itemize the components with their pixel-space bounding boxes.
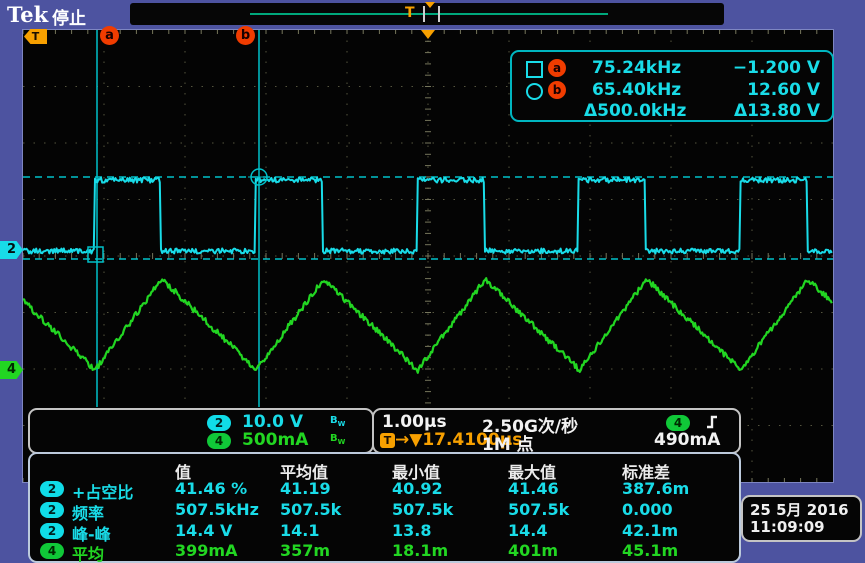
trigger-position-icon[interactable]	[421, 30, 435, 39]
measurement-stddev: 387.6m	[622, 479, 689, 498]
measurement-stddev: 0.000	[622, 500, 673, 519]
cursor-a-volt-value: −1.200 V	[733, 58, 820, 78]
cursor-delta-volt-value: Δ13.80 V	[734, 101, 820, 121]
cursor-b-badge[interactable]: b	[236, 26, 255, 45]
ch4-scale-value[interactable]: 500mA	[242, 430, 308, 450]
record-trigger-t-icon: T	[405, 5, 415, 21]
cursor-delta-time-value: Δ500.0kHz	[584, 101, 686, 121]
row-ch-badge: 2	[40, 523, 64, 539]
measurement-min: 507.5k	[392, 500, 453, 519]
measurement-mean: 507.5k	[280, 500, 341, 519]
cursor-b-circle-icon	[526, 83, 543, 100]
record-view-bar[interactable]: T	[130, 3, 724, 25]
ch2-ground-marker[interactable]: 2	[0, 241, 23, 259]
measurement-max: 401m	[508, 541, 558, 560]
measurement-table: 值 平均值 最小值 最大值 标准差 2 +占空比 41.46 % 41.19 4…	[28, 452, 741, 563]
ch2-badge[interactable]: 2	[207, 415, 231, 431]
cursor-b-label-badge: b	[548, 81, 566, 99]
cursor-a-square-icon	[526, 61, 543, 78]
timebase-scale-value[interactable]: 1.00μs	[382, 412, 447, 432]
rising-edge-icon[interactable]	[704, 413, 722, 431]
measurement-min: 40.92	[392, 479, 443, 498]
measurement-mean: 41.19	[280, 479, 331, 498]
trigger-delay-t-icon: T	[380, 433, 395, 448]
ch2-scale-value[interactable]: 10.0 V	[242, 412, 303, 432]
row-ch-badge: 4	[40, 543, 64, 559]
oscilloscope-screen: Tek 停止 T T a b 2 4 a 75.24kHz −1.200 V b…	[0, 0, 865, 563]
measurement-value: 507.5kHz	[175, 500, 259, 519]
date-value: 25 5月 2016	[750, 499, 849, 520]
measurement-mean: 14.1	[280, 521, 319, 540]
measurement-value: 41.46 %	[175, 479, 247, 498]
measurement-label: 平均	[72, 541, 104, 563]
measurement-value: 399mA	[175, 541, 237, 560]
trigger-level-value[interactable]: 490mA	[654, 430, 720, 450]
cursor-readout-box: a 75.24kHz −1.200 V b 65.40kHz 12.60 V Δ…	[510, 50, 834, 122]
record-window-bracket[interactable]	[423, 6, 440, 22]
row-ch-badge: 2	[40, 481, 64, 497]
tek-logo: Tek	[7, 2, 48, 27]
measurement-mean: 357m	[280, 541, 330, 560]
cursor-a-label-badge: a	[548, 59, 566, 77]
ch4-bandwidth-icon: BW	[330, 433, 345, 446]
measurement-min: 13.8	[392, 521, 431, 540]
trigger-source-badge[interactable]: 4	[666, 415, 690, 431]
acquisition-status: 停止	[52, 4, 86, 29]
time-value: 11:09:09	[750, 518, 825, 536]
ch4-ground-marker[interactable]: 4	[0, 361, 23, 379]
cursor-b-time-value: 65.40kHz	[592, 80, 681, 100]
measurement-max: 507.5k	[508, 500, 569, 519]
measurement-max: 41.46	[508, 479, 559, 498]
measurement-value: 14.4 V	[175, 521, 232, 540]
cursor-b-volt-value: 12.60 V	[747, 80, 820, 100]
measurement-stddev: 45.1m	[622, 541, 678, 560]
measurement-min: 18.1m	[392, 541, 448, 560]
measurement-max: 14.4	[508, 521, 547, 540]
channel-scale-box: 2 10.0 V BW 4 500mA BW	[28, 408, 374, 454]
ch2-bandwidth-icon: BW	[330, 415, 345, 428]
datetime-box: 25 5月 2016 11:09:09	[741, 495, 862, 542]
ch4-badge[interactable]: 4	[207, 433, 231, 449]
measurement-stddev: 42.1m	[622, 521, 678, 540]
cursor-a-time-value: 75.24kHz	[592, 58, 681, 78]
cursor-a-badge[interactable]: a	[100, 26, 119, 45]
timebase-trigger-box: 1.00μs 2.50G次/秒 4 T→▼17.4100μs 1M 点 490m…	[372, 408, 741, 454]
row-ch-badge: 2	[40, 502, 64, 518]
